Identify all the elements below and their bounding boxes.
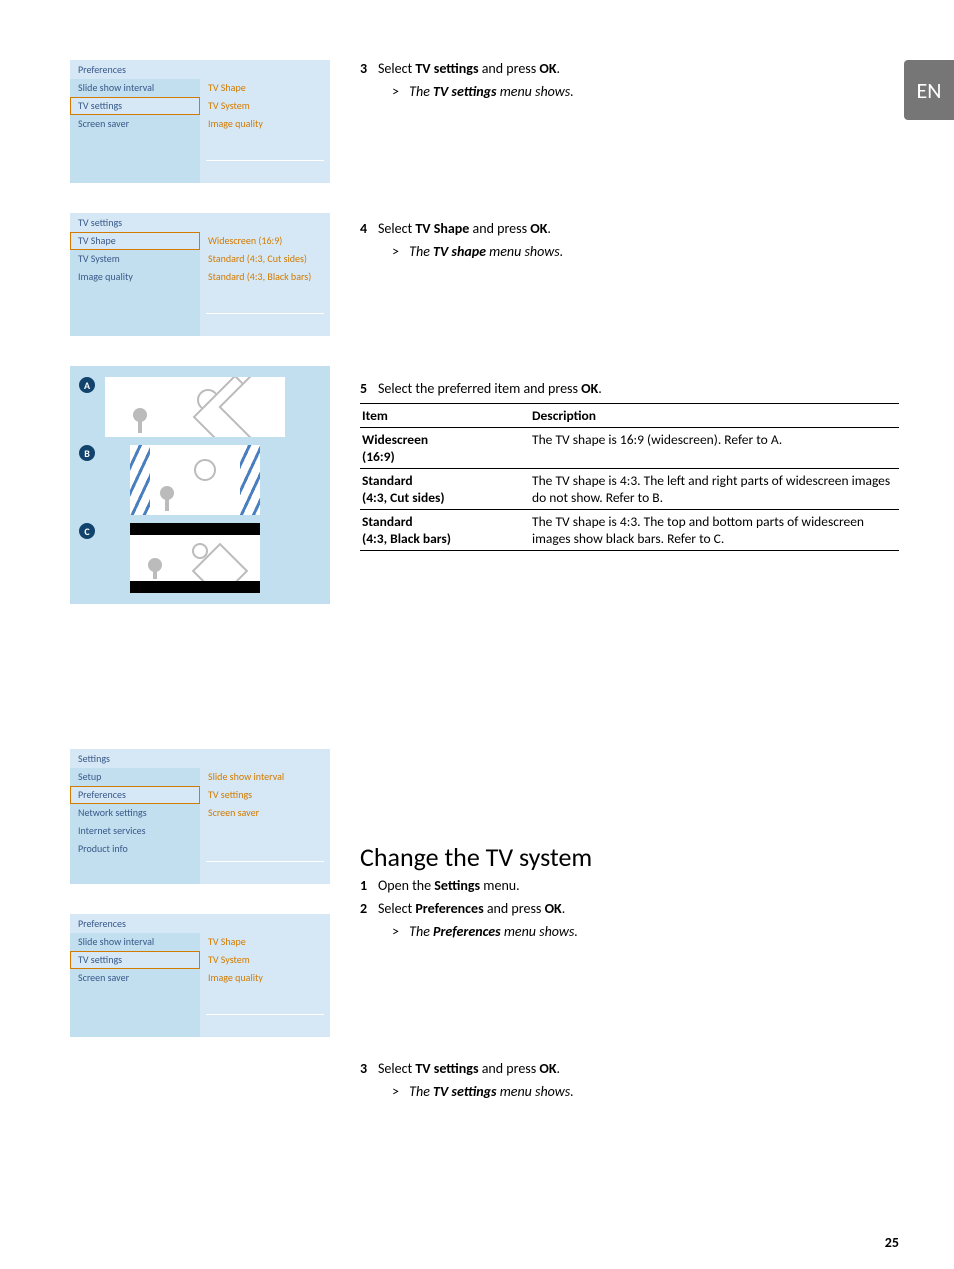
menu-item: Screen saver	[70, 969, 200, 987]
left-column: Preferences Slide show interval TV setti…	[70, 60, 330, 1106]
step-5-block: 5 Select the preferred item and press OK…	[360, 380, 899, 551]
menu-sub-item: TV settings	[200, 786, 330, 804]
menu-header: Preferences	[70, 914, 330, 933]
table-cell: The TV shape is 16:9 (widescreen). Refer…	[530, 428, 899, 469]
table-cell: The TV shape is 4:3. The top and bottom …	[530, 510, 899, 551]
menu-sub-item: Screen saver	[200, 804, 330, 822]
step-number: 3	[360, 60, 378, 77]
menu-header: TV settings	[70, 213, 330, 232]
section-title: Change the TV system	[360, 841, 899, 873]
change-step-1: 1 Open the Settings menu.	[360, 877, 899, 894]
standard-cut-frame	[130, 445, 260, 515]
menu-sub-item: TV Shape	[200, 933, 330, 951]
menu-item-selected: TV settings	[70, 97, 200, 115]
step-5: 5 Select the preferred item and press OK…	[360, 380, 899, 397]
change-step-2-result: > The Preferences menu shows.	[392, 923, 899, 940]
step-3-result: > The TV settings menu shows.	[392, 83, 899, 100]
menu-sub-item: TV Shape	[200, 79, 330, 97]
step-text: Select TV Shape and press OK.	[378, 220, 551, 237]
menu-sub-item: Widescreen (16:9)	[200, 232, 330, 250]
step-4-block: 4 Select TV Shape and press OK. > The TV…	[360, 220, 899, 260]
change-step-3-block: 3 Select TV settings and press OK. > The…	[360, 1060, 899, 1100]
menu-preferences-2: Preferences Slide show interval TV setti…	[70, 914, 330, 1037]
right-column: 3 Select TV settings and press OK. > The…	[360, 60, 899, 1106]
table-cell: Standard(4:3, Cut sides)	[360, 469, 530, 510]
menu-item: Network settings	[70, 804, 200, 822]
page: Preferences Slide show interval TV setti…	[0, 0, 954, 1136]
menu-item-selected: TV settings	[70, 951, 200, 969]
step-text: Select TV settings and press OK.	[378, 60, 560, 77]
change-step-2: 2 Select Preferences and press OK.	[360, 900, 899, 917]
menu-sub-item: Image quality	[200, 115, 330, 133]
menu-item-selected: Preferences	[70, 786, 200, 804]
menu-settings: Settings Setup Preferences Network setti…	[70, 749, 330, 884]
change-step-3: 3 Select TV settings and press OK.	[360, 1060, 899, 1077]
table-cell: Widescreen(16:9)	[360, 428, 530, 469]
change-step-2-block: 2 Select Preferences and press OK. > The…	[360, 900, 899, 940]
menu-sub-item: Standard (4:3, Black bars)	[200, 268, 330, 286]
menu-item: TV System	[70, 250, 200, 268]
menu-sub-item: Standard (4:3, Cut sides)	[200, 250, 330, 268]
standard-blackbars-frame	[130, 523, 260, 593]
menu-sub-item: Slide show interval	[200, 768, 330, 786]
menu-item-selected: TV Shape	[70, 232, 200, 250]
table-head-item: Item	[360, 404, 530, 428]
table-head-desc: Description	[530, 404, 899, 428]
menu-header: Settings	[70, 749, 330, 768]
step-number: 2	[360, 900, 378, 917]
menu-item: Setup	[70, 768, 200, 786]
menu-item: Screen saver	[70, 115, 200, 133]
menu-item: Slide show interval	[70, 79, 200, 97]
tv-shape-diagram: A B	[70, 366, 330, 604]
step-text: Select TV settings and press OK.	[378, 1060, 560, 1077]
step-4: 4 Select TV Shape and press OK.	[360, 220, 899, 237]
badge-c: C	[79, 523, 95, 539]
badge-a: A	[79, 377, 95, 393]
step-number: 3	[360, 1060, 378, 1077]
menu-tvsettings: TV settings TV Shape TV System Image qua…	[70, 213, 330, 336]
menu-item: Slide show interval	[70, 933, 200, 951]
widescreen-frame	[105, 377, 285, 437]
step-3: 3 Select TV settings and press OK.	[360, 60, 899, 77]
step-number: 5	[360, 380, 378, 397]
table-cell: Standard(4:3, Black bars)	[360, 510, 530, 551]
step-3-block: 3 Select TV settings and press OK. > The…	[360, 60, 899, 100]
menu-preferences: Preferences Slide show interval TV setti…	[70, 60, 330, 183]
language-tab: EN	[904, 60, 954, 120]
menu-sub-item: Image quality	[200, 969, 330, 987]
step-text: Select the preferred item and press OK.	[378, 380, 602, 397]
page-number: 25	[885, 1234, 899, 1251]
step-number: 4	[360, 220, 378, 237]
menu-header: Preferences	[70, 60, 330, 79]
step-text: Select Preferences and press OK.	[378, 900, 565, 917]
badge-b: B	[79, 445, 95, 461]
menu-item: Internet services	[70, 822, 200, 840]
step-4-result: > The TV shape menu shows.	[392, 243, 899, 260]
menu-sub-item: TV System	[200, 97, 330, 115]
menu-item: Image quality	[70, 268, 200, 286]
change-step-3-result: > The TV settings menu shows.	[392, 1083, 899, 1100]
step-number: 1	[360, 877, 378, 894]
step-text: Open the Settings menu.	[378, 877, 520, 894]
tv-shape-table: Item Description Widescreen(16:9) The TV…	[360, 403, 899, 551]
table-cell: The TV shape is 4:3. The left and right …	[530, 469, 899, 510]
menu-item: Product info	[70, 840, 200, 858]
menu-sub-item: TV System	[200, 951, 330, 969]
